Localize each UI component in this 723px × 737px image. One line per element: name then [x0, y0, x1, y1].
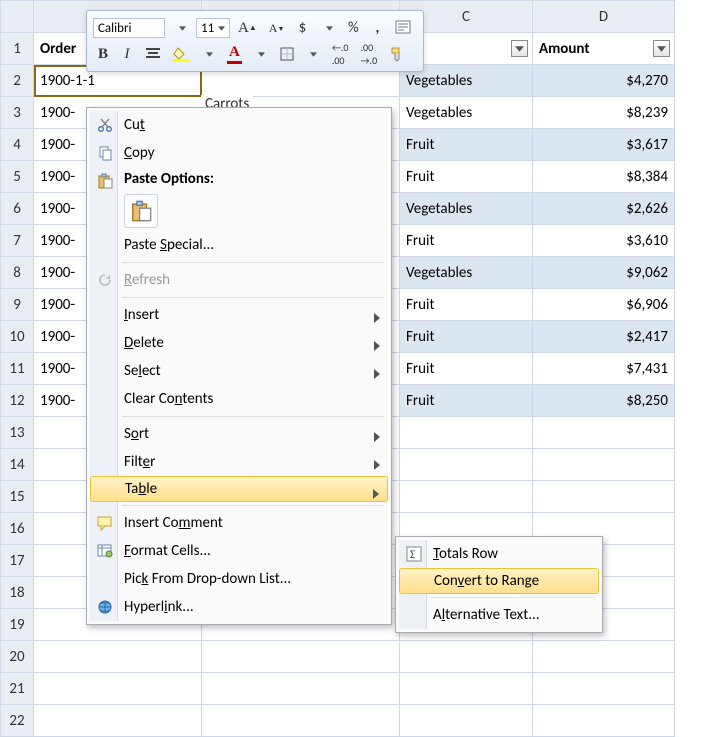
- submenu-item-convert-to-range[interactable]: Convert to Range: [399, 568, 599, 594]
- menu-item-paste-special[interactable]: Paste Special...: [90, 231, 388, 259]
- font-size-combo[interactable]: 11: [196, 18, 230, 38]
- row-header-1[interactable]: 1: [1, 33, 34, 65]
- fill-color-button[interactable]: [169, 43, 192, 65]
- font-color-dropdown[interactable]: [252, 43, 272, 65]
- menu-item-paste-options: Paste Options:: [90, 167, 388, 191]
- svg-text:Σ: Σ: [410, 548, 415, 561]
- bold-button[interactable]: B: [93, 43, 113, 65]
- comma-format-button[interactable]: ,: [367, 17, 387, 39]
- cell-d2[interactable]: $4,270: [533, 65, 675, 97]
- increase-decimal-button[interactable]: ←.0.00: [328, 43, 353, 65]
- menu-item-cut[interactable]: Cut: [90, 111, 388, 139]
- menu-item-hyperlink[interactable]: Hyperlink...: [90, 593, 388, 621]
- table-header-amount[interactable]: Amount: [533, 33, 675, 65]
- mini-toolbar: Calibri 11 A▲ A▼ $ % , B I A ←.0.00 .00→…: [86, 10, 424, 72]
- menu-item-sort[interactable]: Sort: [90, 420, 388, 448]
- submenu-arrow-icon: [374, 366, 380, 384]
- menu-item-insert-comment[interactable]: Insert Comment: [90, 509, 388, 537]
- filter-button-amount[interactable]: [653, 40, 670, 57]
- submenu-item-totals-row[interactable]: Σ Totals Row: [399, 540, 599, 568]
- menu-item-copy[interactable]: Copy: [90, 139, 388, 167]
- paste-options-row: [90, 191, 388, 231]
- shrink-font-icon[interactable]: A▼: [265, 17, 289, 39]
- fill-color-dropdown[interactable]: [199, 43, 219, 65]
- submenu-arrow-icon: [374, 310, 380, 328]
- font-name-combo[interactable]: Calibri: [93, 18, 165, 38]
- comment-icon: [96, 514, 114, 532]
- submenu-arrow-icon: [374, 429, 380, 447]
- grow-font-icon[interactable]: A▲: [234, 17, 261, 39]
- menu-item-pick-from-list[interactable]: Pick From Drop-down List...: [90, 565, 388, 593]
- paste-icon: [96, 172, 114, 190]
- menu-item-clear-contents[interactable]: Clear Contents: [90, 385, 388, 413]
- select-all-corner[interactable]: [1, 1, 34, 33]
- submenu-arrow-icon: [374, 457, 380, 475]
- submenu-arrow-icon: [373, 486, 379, 504]
- italic-button[interactable]: I: [117, 43, 137, 65]
- sigma-icon: Σ: [405, 545, 423, 563]
- accounting-format-button[interactable]: $: [292, 17, 312, 39]
- font-name-dropdown[interactable]: [172, 17, 192, 39]
- refresh-icon: [96, 271, 114, 289]
- menu-item-insert[interactable]: Insert: [90, 301, 388, 329]
- borders-dropdown[interactable]: [304, 43, 324, 65]
- borders-button[interactable]: [276, 43, 297, 65]
- format-painter-icon[interactable]: [385, 43, 409, 65]
- column-header-d[interactable]: D: [533, 1, 675, 33]
- copy-icon: [96, 144, 114, 162]
- menu-item-filter[interactable]: Filter: [90, 448, 388, 476]
- menu-item-delete[interactable]: Delete: [90, 329, 388, 357]
- paste-option-default[interactable]: [124, 194, 158, 228]
- submenu-arrow-icon: [374, 338, 380, 356]
- menu-item-refresh: Refresh: [90, 266, 388, 294]
- accounting-dropdown[interactable]: [319, 17, 339, 39]
- menu-item-select[interactable]: Select: [90, 357, 388, 385]
- percent-format-button[interactable]: %: [343, 17, 363, 39]
- context-menu: Cut Copy Paste Options: Paste Special...…: [86, 107, 392, 625]
- format-cells-icon: [96, 542, 114, 560]
- submenu-item-alternative-text[interactable]: Alternative Text...: [399, 601, 599, 629]
- font-color-button[interactable]: A: [223, 43, 245, 65]
- table-submenu: Σ Totals Row Convert to Range Alternativ…: [395, 536, 603, 633]
- decrease-decimal-button[interactable]: .00→.0: [357, 43, 382, 65]
- cut-icon: [96, 116, 114, 134]
- format-cells-icon[interactable]: [391, 17, 417, 39]
- align-center-icon[interactable]: [141, 43, 165, 65]
- filter-button-category[interactable]: [511, 40, 528, 57]
- menu-item-format-cells[interactable]: Format Cells...: [90, 537, 388, 565]
- row-header[interactable]: 2: [1, 65, 34, 97]
- menu-item-table[interactable]: Table: [90, 476, 388, 502]
- hyperlink-icon: [96, 598, 114, 616]
